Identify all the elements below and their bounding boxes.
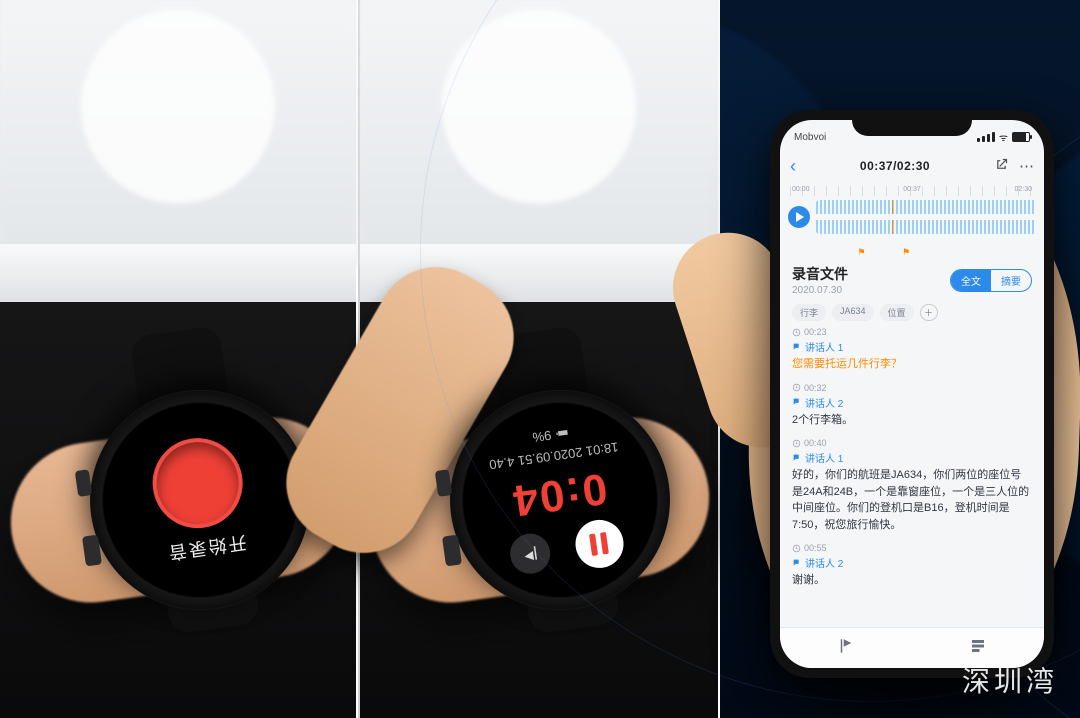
tag-chip-row: 行李 JA634 位置 ＋ xyxy=(780,298,1044,327)
record-button[interactable] xyxy=(147,432,249,534)
watch-screen-title: 开始录音 xyxy=(165,530,248,567)
tag-chip[interactable]: JA634 xyxy=(832,304,874,321)
tab-transcript-icon[interactable] xyxy=(969,637,987,660)
share-icon[interactable] xyxy=(994,157,1009,176)
tab-summary[interactable]: 摘要 xyxy=(991,270,1031,291)
transcript-timestamp: 00:40 xyxy=(792,438,1032,448)
battery-icon xyxy=(1012,132,1030,142)
back-button[interactable]: ‹ xyxy=(790,156,796,177)
transcript-timestamp: 00:23 xyxy=(792,327,1032,337)
tag-chip[interactable]: 位置 xyxy=(880,304,914,321)
status-carrier: Mobvoi xyxy=(794,132,826,143)
transcript-speaker: 讲话人 2 xyxy=(792,395,1032,410)
waveform[interactable] xyxy=(816,200,1036,234)
transcript-item[interactable]: 00:55 讲话人 2 谢谢。 xyxy=(792,543,1032,589)
transcript-speaker: 讲话人 1 xyxy=(792,339,1032,354)
panel-watch-record-start: 开始录音 xyxy=(0,0,356,718)
phone-screen: Mobvoi ᯤ ‹ 00:37/02:30 ⋯ xyxy=(780,120,1044,668)
transcript-item[interactable]: 00:23 讲话人 1 您需要托运几件行李？ xyxy=(792,327,1032,373)
transcript-text: 好的，你们的航班是JA634，你们两位的座位号是24A和24B，一个是靠窗座位，… xyxy=(792,467,1032,533)
transcript-item[interactable]: 00:32 讲话人 2 2个行李箱。 xyxy=(792,383,1032,429)
playhead[interactable] xyxy=(891,200,893,234)
tab-flags-icon[interactable] xyxy=(837,637,855,660)
tab-full-text[interactable]: 全文 xyxy=(951,270,991,291)
transcript-timestamp: 00:32 xyxy=(792,383,1032,393)
transcript-speaker: 讲话人 2 xyxy=(792,555,1032,570)
flag-markers xyxy=(788,248,1036,258)
transcript-text: 谢谢。 xyxy=(792,572,1032,589)
transcript-text: 2个行李箱。 xyxy=(792,412,1032,429)
watch-crown[interactable] xyxy=(442,535,462,567)
signal-icon xyxy=(977,132,995,142)
transcript-text: 您需要托运几件行李？ xyxy=(792,356,1032,373)
play-button[interactable] xyxy=(788,206,810,228)
watermark: 深圳湾 xyxy=(962,660,1058,700)
panel-phone-app: Mobvoi ᯤ ‹ 00:37/02:30 ⋯ xyxy=(720,0,1080,718)
file-name: 录音文件 xyxy=(792,264,848,284)
triptych-image: 开始录音 0:04 18:01 20 xyxy=(0,0,1080,718)
nav-bar: ‹ 00:37/02:30 ⋯ xyxy=(780,150,1044,182)
transcript-timestamp: 00:55 xyxy=(792,543,1032,553)
view-toggle[interactable]: 全文 摘要 xyxy=(950,269,1032,292)
transcript-list: 00:23 讲话人 1 您需要托运几件行李？ 00:32 讲话人 2 2个行李箱。 00:4… xyxy=(780,327,1044,589)
flag-icon xyxy=(857,247,865,258)
flag-icon xyxy=(902,247,910,258)
waveform-area[interactable]: 00:00 00:37 02:30 xyxy=(788,186,1036,258)
transcript-speaker: 讲话人 1 xyxy=(792,450,1032,465)
watch-crown[interactable] xyxy=(82,535,102,567)
phone-notch xyxy=(852,110,972,136)
playback-position: 00:37/02:30 xyxy=(860,159,930,173)
tag-chip[interactable]: 行李 xyxy=(792,304,826,321)
phone-device: Mobvoi ᯤ ‹ 00:37/02:30 ⋯ xyxy=(770,110,1054,678)
wifi-icon: ᯤ xyxy=(999,130,1008,144)
file-date: 2020.07.30 xyxy=(792,285,848,296)
more-icon[interactable]: ⋯ xyxy=(1019,157,1034,176)
add-tag-button[interactable]: ＋ xyxy=(920,304,938,321)
transcript-item[interactable]: 00:40 讲话人 1 好的，你们的航班是JA634，你们两位的座位号是24A和24… xyxy=(792,438,1032,533)
